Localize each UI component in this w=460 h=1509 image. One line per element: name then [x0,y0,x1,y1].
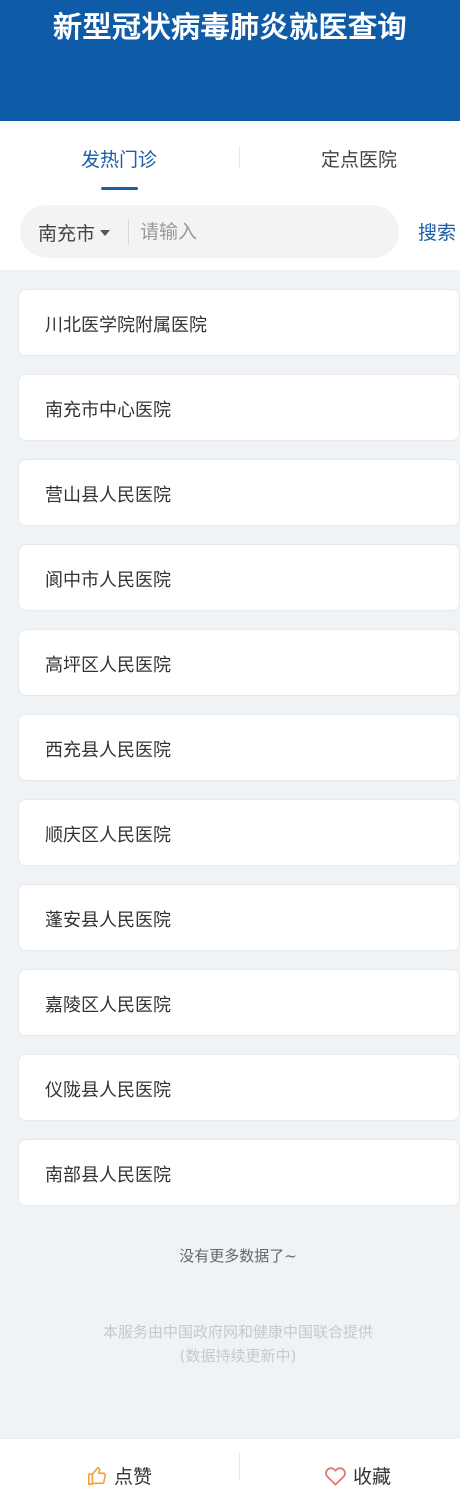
hospital-list-item[interactable]: 南充市中心医院 [18,374,460,441]
hospital-name: 阆中市人民医院 [45,570,171,591]
hospital-name: 高坪区人民医院 [45,655,171,676]
favorite-button[interactable]: 收藏 [324,1462,391,1489]
hospital-name: 营山县人民医院 [45,485,171,506]
active-tab-indicator [101,187,138,190]
hospital-list-item[interactable]: 嘉陵区人民医院 [18,969,460,1036]
heart-icon [325,1467,346,1486]
hospital-name: 顺庆区人民医院 [45,825,171,846]
tab-bar: 发热门诊 定点医院 [0,121,460,191]
caret-down-icon [100,230,111,236]
city-select[interactable]: 南充市 [38,219,111,245]
service-note-line: 本服务由中国政府网和健康中国联合提供 [102,1323,373,1341]
no-more-data-text: 没有更多数据了~ [179,1247,297,1265]
hospital-list-item[interactable]: 顺庆区人民医院 [18,799,460,866]
search-divider [128,220,129,244]
hospital-list-item[interactable]: 高坪区人民医院 [18,629,460,696]
hospital-name: 西充县人民医院 [45,740,171,761]
hospital-list: 川北医学院附属医院 南充市中心医院 营山县人民医院 阆中市人民医院 高坪区人民医院 西充县… [18,289,460,1224]
search-box: 南充市 [20,205,399,258]
hospital-list-item[interactable]: 仪陇县人民医院 [18,1054,460,1121]
hospital-list-item[interactable]: 蓬安县人民医院 [18,884,460,951]
service-note-line: (数据持续更新中) [179,1347,297,1365]
search-input[interactable] [140,215,380,249]
header-banner: 新型冠状病毒肺炎就医查询 [0,0,460,121]
hospital-list-item[interactable]: 南部县人民医院 [18,1139,460,1206]
like-button[interactable]: 点赞 [86,1462,152,1489]
hospital-name: 蓬安县人民医院 [45,910,171,931]
hospital-name: 嘉陵区人民医院 [45,995,171,1016]
hospital-list-item[interactable]: 西充县人民医院 [18,714,460,781]
like-label: 点赞 [114,1466,153,1488]
hospital-list-item[interactable]: 阆中市人民医院 [18,544,460,611]
bottom-divider [239,1453,240,1481]
page-title: 新型冠状病毒肺炎就医查询 [52,10,407,44]
service-note: 本服务由中国政府网和健康中国联合提供 (数据持续更新中) [0,1320,460,1368]
hospital-name: 川北医学院附属医院 [45,315,207,336]
tab-divider [239,146,240,168]
city-select-label: 南充市 [38,223,96,245]
thumbs-up-icon [87,1466,106,1485]
hospital-list-item[interactable]: 营山县人民医院 [18,459,460,526]
search-button[interactable]: 搜索 [418,218,456,245]
tab-fever-clinic[interactable]: 发热门诊 [4,145,234,172]
hospital-name: 南充市中心医院 [45,400,171,421]
favorite-label: 收藏 [353,1466,392,1488]
tab-designated-hospital[interactable]: 定点医院 [244,145,460,172]
hospital-name: 仪陇县人民医院 [45,1080,171,1101]
top-panel: 发热门诊 定点医院 南充市 搜索 [0,121,460,270]
hospital-name: 南部县人民医院 [45,1165,171,1186]
bottom-bar: 点赞 收藏 [0,1438,460,1509]
hospital-list-item[interactable]: 川北医学院附属医院 [18,289,460,356]
